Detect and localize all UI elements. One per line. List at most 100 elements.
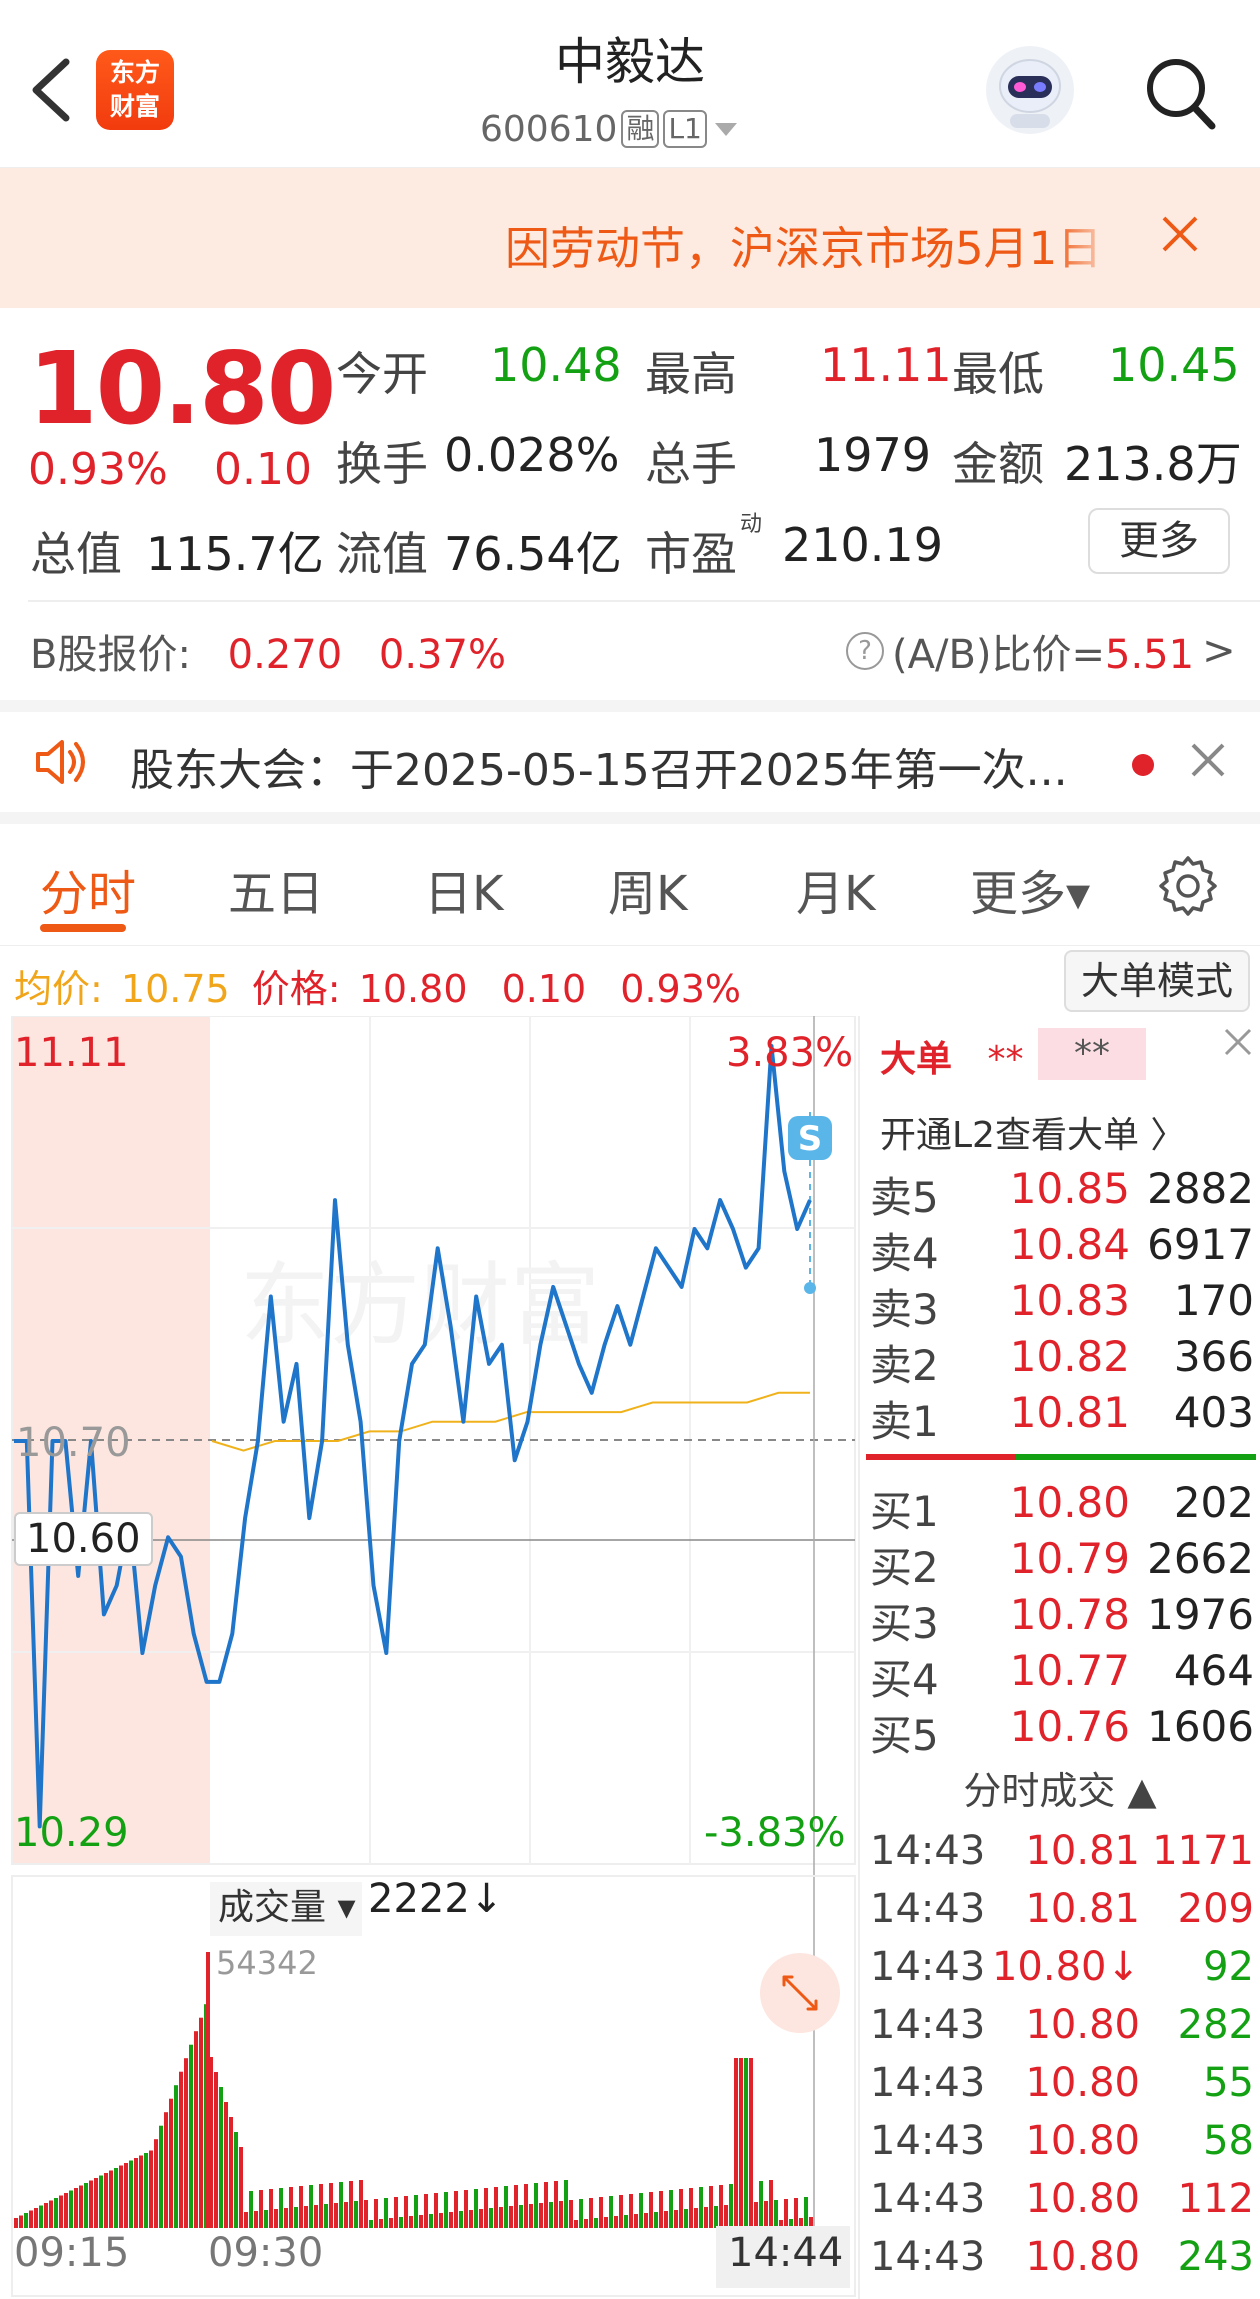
volume-bar — [599, 2197, 603, 2228]
intraday-chart[interactable]: 东方财富 S — [0, 1016, 858, 2299]
help-icon[interactable]: ? — [846, 632, 884, 670]
low-value: 10.45 — [1108, 338, 1240, 392]
volume-bar — [439, 2213, 443, 2228]
volume-bar — [259, 2190, 263, 2228]
volume-bar — [419, 2215, 423, 2228]
volume-bar — [224, 2102, 228, 2228]
ab-ratio[interactable]: ? (A/B)比价=5.51 > — [846, 622, 1236, 680]
big-order-mode-button[interactable]: 大单模式 — [1064, 950, 1250, 1012]
bid-label: 买4 — [870, 1655, 939, 1704]
tab-monthly-k[interactable]: 月K — [796, 854, 875, 924]
volume-bar — [539, 2203, 543, 2228]
trade-volume: 58 — [1203, 2118, 1254, 2164]
turnover-label: 换手 — [336, 437, 428, 491]
margin-tag: 融 — [621, 110, 660, 148]
gear-icon[interactable] — [1156, 854, 1220, 918]
volume-bar — [424, 2194, 428, 2228]
volume-bar — [139, 2155, 143, 2228]
notice-close-icon[interactable] — [1158, 212, 1202, 256]
bid-row-2: 买2 10.79 2662 — [860, 1534, 1260, 1592]
volume-bar — [374, 2199, 378, 2228]
meeting-close-icon[interactable] — [1188, 740, 1228, 780]
volume-bar — [639, 2193, 643, 2228]
volume-selector[interactable]: 成交量 ▾ — [218, 1878, 356, 1930]
more-quote-button[interactable]: 更多 — [1088, 508, 1230, 574]
b-share-quote[interactable]: B股报价: 0.270 0.37% — [30, 622, 506, 680]
low-label: 最低 — [952, 347, 1044, 401]
volume-bar — [739, 2058, 743, 2228]
trade-row: 14:43 10.81 209 — [860, 1886, 1260, 1942]
meeting-notice[interactable]: 股东大会：于2025-05-15召开2025年第一次... — [0, 712, 1260, 812]
volume-bar — [614, 2216, 618, 2228]
top-bar: 东方 财富 中毅达 600610 融 L1 — [0, 0, 1260, 168]
trade-price: 10.80 — [1025, 2118, 1140, 2164]
volume-bar — [679, 2189, 683, 2228]
bid-row-3: 买3 10.78 1976 — [860, 1590, 1260, 1648]
assistant-robot-icon[interactable] — [980, 42, 1080, 138]
search-button[interactable] — [1140, 50, 1220, 134]
volume-bar — [124, 2163, 128, 2228]
volume-bar — [114, 2168, 118, 2228]
volume-bar — [769, 2180, 773, 2228]
volume-bar — [469, 2210, 473, 2228]
volume-bar — [64, 2193, 68, 2228]
volume-bar — [344, 2202, 348, 2228]
volume-bar — [689, 2188, 693, 2228]
tab-intraday[interactable]: 分时 — [40, 854, 136, 924]
volume-bar — [794, 2198, 798, 2228]
volume-bar — [709, 2186, 713, 2228]
l2-upgrade-link[interactable]: 开通L2查看大单 〉 — [880, 1106, 1186, 1158]
ask-label: 卖2 — [870, 1341, 939, 1390]
volume-bar — [94, 2178, 98, 2228]
section-separator — [0, 812, 1260, 824]
tab-weekly-k[interactable]: 周K — [608, 854, 687, 924]
svg-text:S: S — [798, 1119, 823, 1159]
bid-label: 买1 — [870, 1487, 939, 1536]
trade-volume: 92 — [1203, 1944, 1254, 1990]
trade-time: 14:43 — [870, 2060, 986, 2106]
trade-price: 10.80 — [1025, 2002, 1140, 2048]
trades-header[interactable]: 分时成交 ▲ — [860, 1760, 1260, 1815]
tab-five-day[interactable]: 五日 — [228, 854, 324, 924]
volume-bar — [409, 2216, 413, 2228]
volume-bar — [174, 2085, 178, 2228]
volume-bar — [29, 2210, 33, 2228]
crosshair-price-label: 10.60 — [14, 1512, 153, 1566]
stock-code-row[interactable]: 600610 融 L1 — [480, 104, 741, 154]
volume-bars — [14, 1952, 813, 2228]
app-logo[interactable]: 东方 财富 — [96, 50, 174, 130]
bid-price: 10.80 — [1009, 1478, 1130, 1527]
back-button[interactable] — [18, 40, 88, 140]
trade-row: 14:43 10.80 112 — [860, 2176, 1260, 2232]
volume-bar — [39, 2205, 43, 2228]
volume-bar — [99, 2175, 103, 2228]
volume-bar — [804, 2197, 808, 2228]
tab-more[interactable]: 更多▾ — [970, 854, 1090, 924]
volume-bar — [664, 2211, 668, 2228]
signal-badge[interactable]: S — [788, 1116, 832, 1160]
big-order-close-icon[interactable] — [1220, 1024, 1256, 1060]
volume-bar — [644, 2213, 648, 2228]
current-point — [804, 1282, 816, 1294]
tab-daily-k[interactable]: 日K — [424, 854, 503, 924]
volume-bar — [764, 2201, 768, 2228]
x-start-label: 09:15 — [14, 2230, 130, 2276]
expand-button[interactable] — [760, 1953, 840, 2033]
volume-bar — [369, 2220, 373, 2228]
volume-bar — [134, 2158, 138, 2228]
volume-bar — [619, 2195, 623, 2228]
ask-row-4: 卖4 10.84 6917 — [860, 1220, 1260, 1278]
volume-bar — [299, 2186, 303, 2228]
volume-bar — [674, 2210, 678, 2228]
volume-bar — [74, 2188, 78, 2228]
bid-row-5: 买5 10.76 1606 — [860, 1702, 1260, 1760]
mktcap-value: 115.7亿 — [146, 527, 324, 581]
ask-row-2: 卖2 10.82 366 — [860, 1332, 1260, 1390]
volume-bar — [429, 2214, 433, 2228]
y-bottom-label: 10.29 — [14, 1810, 129, 1856]
volume-bar — [314, 2205, 318, 2228]
volume-bar — [624, 2215, 628, 2228]
volume-bar — [264, 2210, 268, 2228]
volume-bar — [744, 2058, 748, 2228]
notice-banner[interactable]: 因劳动节，沪深京市场5月1日 — [0, 168, 1260, 308]
